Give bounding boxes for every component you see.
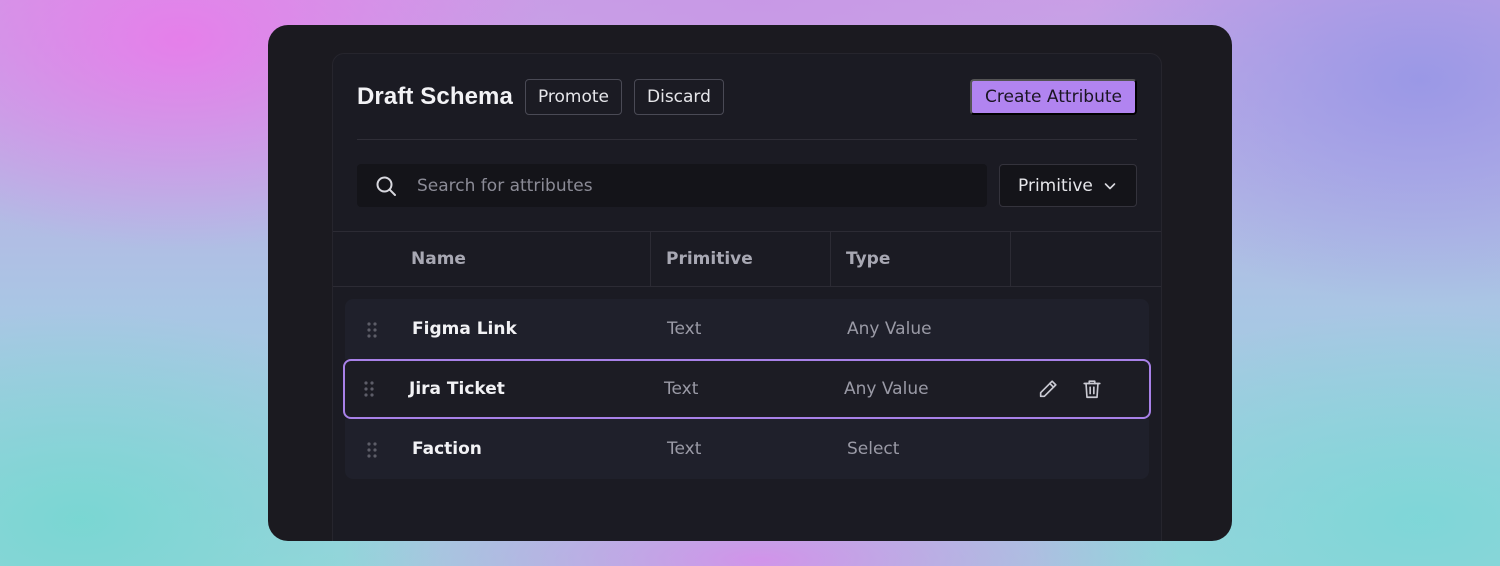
primitive-filter-dropdown[interactable]: Primitive [999,164,1137,207]
page-title: Draft Schema [357,83,513,110]
panel-header: Draft Schema Promote Discard Create Attr… [357,78,1137,116]
row-name: Figma Link [412,319,517,339]
table-header: Name Primitive Type [333,231,1161,287]
row-primitive: Text [664,379,699,399]
chevron-down-icon [1104,182,1116,189]
column-divider [1010,232,1011,286]
trash-icon[interactable] [1081,378,1103,400]
drag-handle-icon[interactable] [363,380,375,398]
row-name: Faction [412,439,482,459]
edit-icon[interactable] [1037,378,1059,400]
column-header-type[interactable]: Type [846,232,890,286]
row-primitive: Text [667,439,702,459]
drag-handle-icon[interactable] [366,441,378,459]
create-attribute-button[interactable]: Create Attribute [970,79,1137,115]
column-divider [830,232,831,286]
row-type: Any Value [847,319,932,339]
attribute-list: Figma Link Text Any Value Jira Ticket Te… [343,299,1151,479]
column-divider [650,232,651,286]
discard-button[interactable]: Discard [634,79,724,115]
promote-button[interactable]: Promote [524,79,622,115]
app-window: Draft Schema Promote Discard Create Attr… [268,25,1232,541]
column-header-primitive[interactable]: Primitive [666,232,753,286]
schema-panel: Draft Schema Promote Discard Create Attr… [332,53,1162,541]
header-divider [357,139,1137,140]
row-type: Any Value [844,379,929,399]
table-row[interactable]: Figma Link Text Any Value [345,299,1149,359]
search-input[interactable]: Search for attributes [357,164,987,207]
row-primitive: Text [667,319,702,339]
row-name: Jira Ticket [409,379,505,399]
search-placeholder: Search for attributes [417,175,593,196]
drag-handle-icon[interactable] [366,321,378,339]
filter-selected-value: Primitive [1018,175,1093,196]
table-row[interactable]: Faction Text Select [345,419,1149,479]
row-type: Select [847,439,900,459]
column-header-name[interactable]: Name [411,232,466,286]
search-icon [376,176,396,196]
table-row-selected[interactable]: Jira Ticket Text Any Value [343,359,1151,419]
